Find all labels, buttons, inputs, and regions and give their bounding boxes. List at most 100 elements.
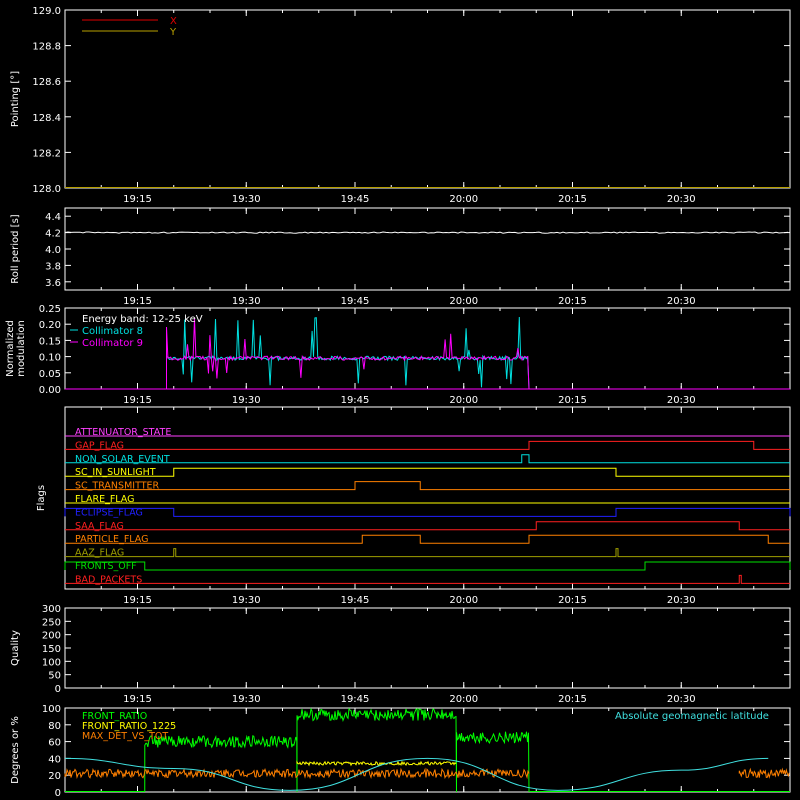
ratio-series-front-ratio bbox=[144, 707, 530, 793]
x-tick-label: 19:45 bbox=[341, 395, 370, 406]
flag-trace-particle-flag bbox=[65, 534, 790, 544]
x-tick-label: 19:45 bbox=[341, 194, 370, 205]
flag-label-gap-flag: GAP_FLAG bbox=[75, 440, 124, 451]
x-tick-label: 20:30 bbox=[667, 194, 696, 205]
quality-panel: 19:15 19:30 19:45 20:00 20:15 20:30 0 50 100 150 2… bbox=[10, 604, 791, 705]
x-tick-label: 19:15 bbox=[123, 595, 152, 606]
orbit-summary-plot: 19:15 19:30 19:45 20:00 20:15 20:30 128.0 128.2… bbox=[0, 0, 800, 800]
y-tick-label: 200 bbox=[42, 631, 61, 642]
y-tick-label: 300 bbox=[42, 604, 61, 615]
y-tick-label: 100 bbox=[42, 657, 61, 668]
y-tick-label: 60 bbox=[48, 738, 61, 749]
flag-trace-eclipse-flag bbox=[64, 507, 791, 517]
quality-ylabel: Quality bbox=[10, 630, 21, 666]
flag-label-non-solar-event: NON_SOLAR_EVENT bbox=[75, 454, 170, 465]
flag-label-sc-transmitter: SC_TRANSMITTER bbox=[75, 481, 160, 492]
ratios-annotation: Absolute geomagnetic latitude bbox=[615, 711, 769, 722]
y-tick-label: 0.25 bbox=[39, 304, 61, 315]
y-tick-label: 4.4 bbox=[45, 212, 61, 223]
y-tick-label: 128.0 bbox=[32, 184, 61, 195]
x-tick-label: 19:30 bbox=[232, 296, 261, 307]
modulation-ylabel: Normalized bbox=[5, 320, 16, 377]
ratios-ylabel: Degrees or % bbox=[10, 716, 21, 784]
x-tick-label: 20:15 bbox=[558, 296, 587, 307]
x-tick-label: 19:15 bbox=[123, 194, 152, 205]
ratio-series-front-ratio-1225 bbox=[296, 760, 457, 767]
flag-trace-sc-in-sunlight bbox=[65, 467, 790, 477]
x-tick-label: 20:30 bbox=[667, 395, 696, 406]
x-tick-label: 19:15 bbox=[123, 395, 152, 406]
x-tick-label: 19:45 bbox=[341, 694, 370, 705]
flag-label-attenuator-state: ATTENUATOR_STATE bbox=[75, 427, 171, 438]
x-tick-label: 19:30 bbox=[232, 595, 261, 606]
modulation-ylabel: modulation bbox=[16, 320, 27, 377]
flag-label-bad-packets: BAD_PACKETS bbox=[75, 574, 142, 585]
x-tick-label: 20:15 bbox=[558, 194, 587, 205]
x-tick-label: 20:15 bbox=[558, 595, 587, 606]
y-tick-label: 40 bbox=[48, 754, 61, 765]
x-tick-label: 20:00 bbox=[449, 595, 478, 606]
y-tick-label: 128.6 bbox=[32, 77, 61, 88]
x-tick-label: 20:00 bbox=[449, 395, 478, 406]
x-tick-label: 20:30 bbox=[667, 694, 696, 705]
legend-label-max-det-vs-tot: MAX_DET_VS_TOT bbox=[82, 731, 168, 742]
y-tick-label: 0.05 bbox=[39, 369, 61, 380]
y-tick-label: 129.0 bbox=[32, 6, 61, 17]
y-tick-label: 4.0 bbox=[45, 245, 61, 256]
pointing-ylabel: Pointing [°] bbox=[10, 71, 21, 127]
flag-trace-sc-transmitter bbox=[65, 481, 790, 491]
y-tick-label: 4.2 bbox=[45, 229, 61, 240]
ratios-panel: 020406080100Degrees or % FRONT_RATIOFRONT… bbox=[10, 704, 791, 799]
y-tick-label: 100 bbox=[42, 704, 61, 715]
roll-ylabel: Roll period [s] bbox=[10, 214, 21, 283]
flags-ylabel: Flags bbox=[36, 485, 47, 511]
x-tick-label: 19:15 bbox=[123, 296, 152, 307]
x-tick-label: 19:45 bbox=[341, 595, 370, 606]
y-tick-label: 150 bbox=[42, 644, 61, 655]
roll-frame bbox=[64, 207, 791, 291]
legend-label-y: Y bbox=[169, 27, 177, 38]
quality-frame bbox=[64, 607, 791, 689]
y-tick-label: 250 bbox=[42, 617, 61, 628]
flag-label-aaz-flag: AAZ_FLAG bbox=[75, 548, 124, 559]
flag-label-saa-flag: SAA_FLAG bbox=[75, 521, 124, 532]
y-tick-label: 3.6 bbox=[45, 278, 61, 289]
x-tick-label: 20:30 bbox=[667, 296, 696, 307]
x-tick-label: 19:30 bbox=[232, 395, 261, 406]
y-tick-label: 80 bbox=[48, 721, 61, 732]
flag-label-fronts-off: FRONTS_OFF bbox=[75, 561, 137, 572]
flag-trace-fronts-off bbox=[64, 561, 791, 571]
flag-trace-saa-flag bbox=[65, 521, 790, 531]
flag-trace-aaz-flag bbox=[65, 548, 790, 558]
x-tick-label: 19:15 bbox=[123, 694, 152, 705]
y-tick-label: 128.8 bbox=[32, 42, 61, 53]
y-tick-label: 0 bbox=[55, 684, 61, 695]
flag-trace-gap-flag bbox=[65, 440, 790, 450]
pointing-panel: 19:15 19:30 19:45 20:00 20:15 20:30 128.0 128.2… bbox=[10, 6, 791, 205]
x-tick-label: 19:45 bbox=[341, 296, 370, 307]
flag-label-sc-in-sunlight: SC_IN_SUNLIGHT bbox=[75, 467, 156, 478]
y-tick-label: 0.20 bbox=[39, 320, 61, 331]
x-tick-label: 20:00 bbox=[449, 194, 478, 205]
y-tick-label: 128.2 bbox=[32, 148, 61, 159]
plot-svg: 19:15 19:30 19:45 20:00 20:15 20:30 128.0 128.2… bbox=[5, 6, 791, 799]
x-tick-label: 20:15 bbox=[558, 694, 587, 705]
flag-label-particle-flag: PARTICLE_FLAG bbox=[75, 534, 148, 545]
modulation-annotation: Energy band: 12-25 keV bbox=[82, 314, 203, 325]
flag-trace-non-solar-event bbox=[65, 454, 790, 464]
x-tick-label: 20:15 bbox=[558, 395, 587, 406]
y-tick-label: 0.10 bbox=[39, 353, 61, 364]
y-tick-label: 0.15 bbox=[39, 336, 61, 347]
x-tick-label: 19:30 bbox=[232, 694, 261, 705]
y-tick-label: 0 bbox=[55, 788, 61, 799]
flag-label-eclipse-flag: ECLIPSE_FLAG bbox=[75, 507, 143, 518]
y-tick-label: 50 bbox=[48, 671, 61, 682]
y-tick-label: 3.8 bbox=[45, 261, 61, 272]
x-tick-label: 20:00 bbox=[449, 296, 478, 307]
modulation-series-collimator-9 bbox=[166, 318, 530, 390]
x-tick-label: 20:00 bbox=[449, 694, 478, 705]
modulation-series-collimator-8 bbox=[166, 316, 530, 390]
x-tick-label: 20:30 bbox=[667, 595, 696, 606]
y-tick-label: 0.00 bbox=[39, 385, 61, 396]
legend-label-collimator-9: Collimator 9 bbox=[82, 338, 143, 349]
